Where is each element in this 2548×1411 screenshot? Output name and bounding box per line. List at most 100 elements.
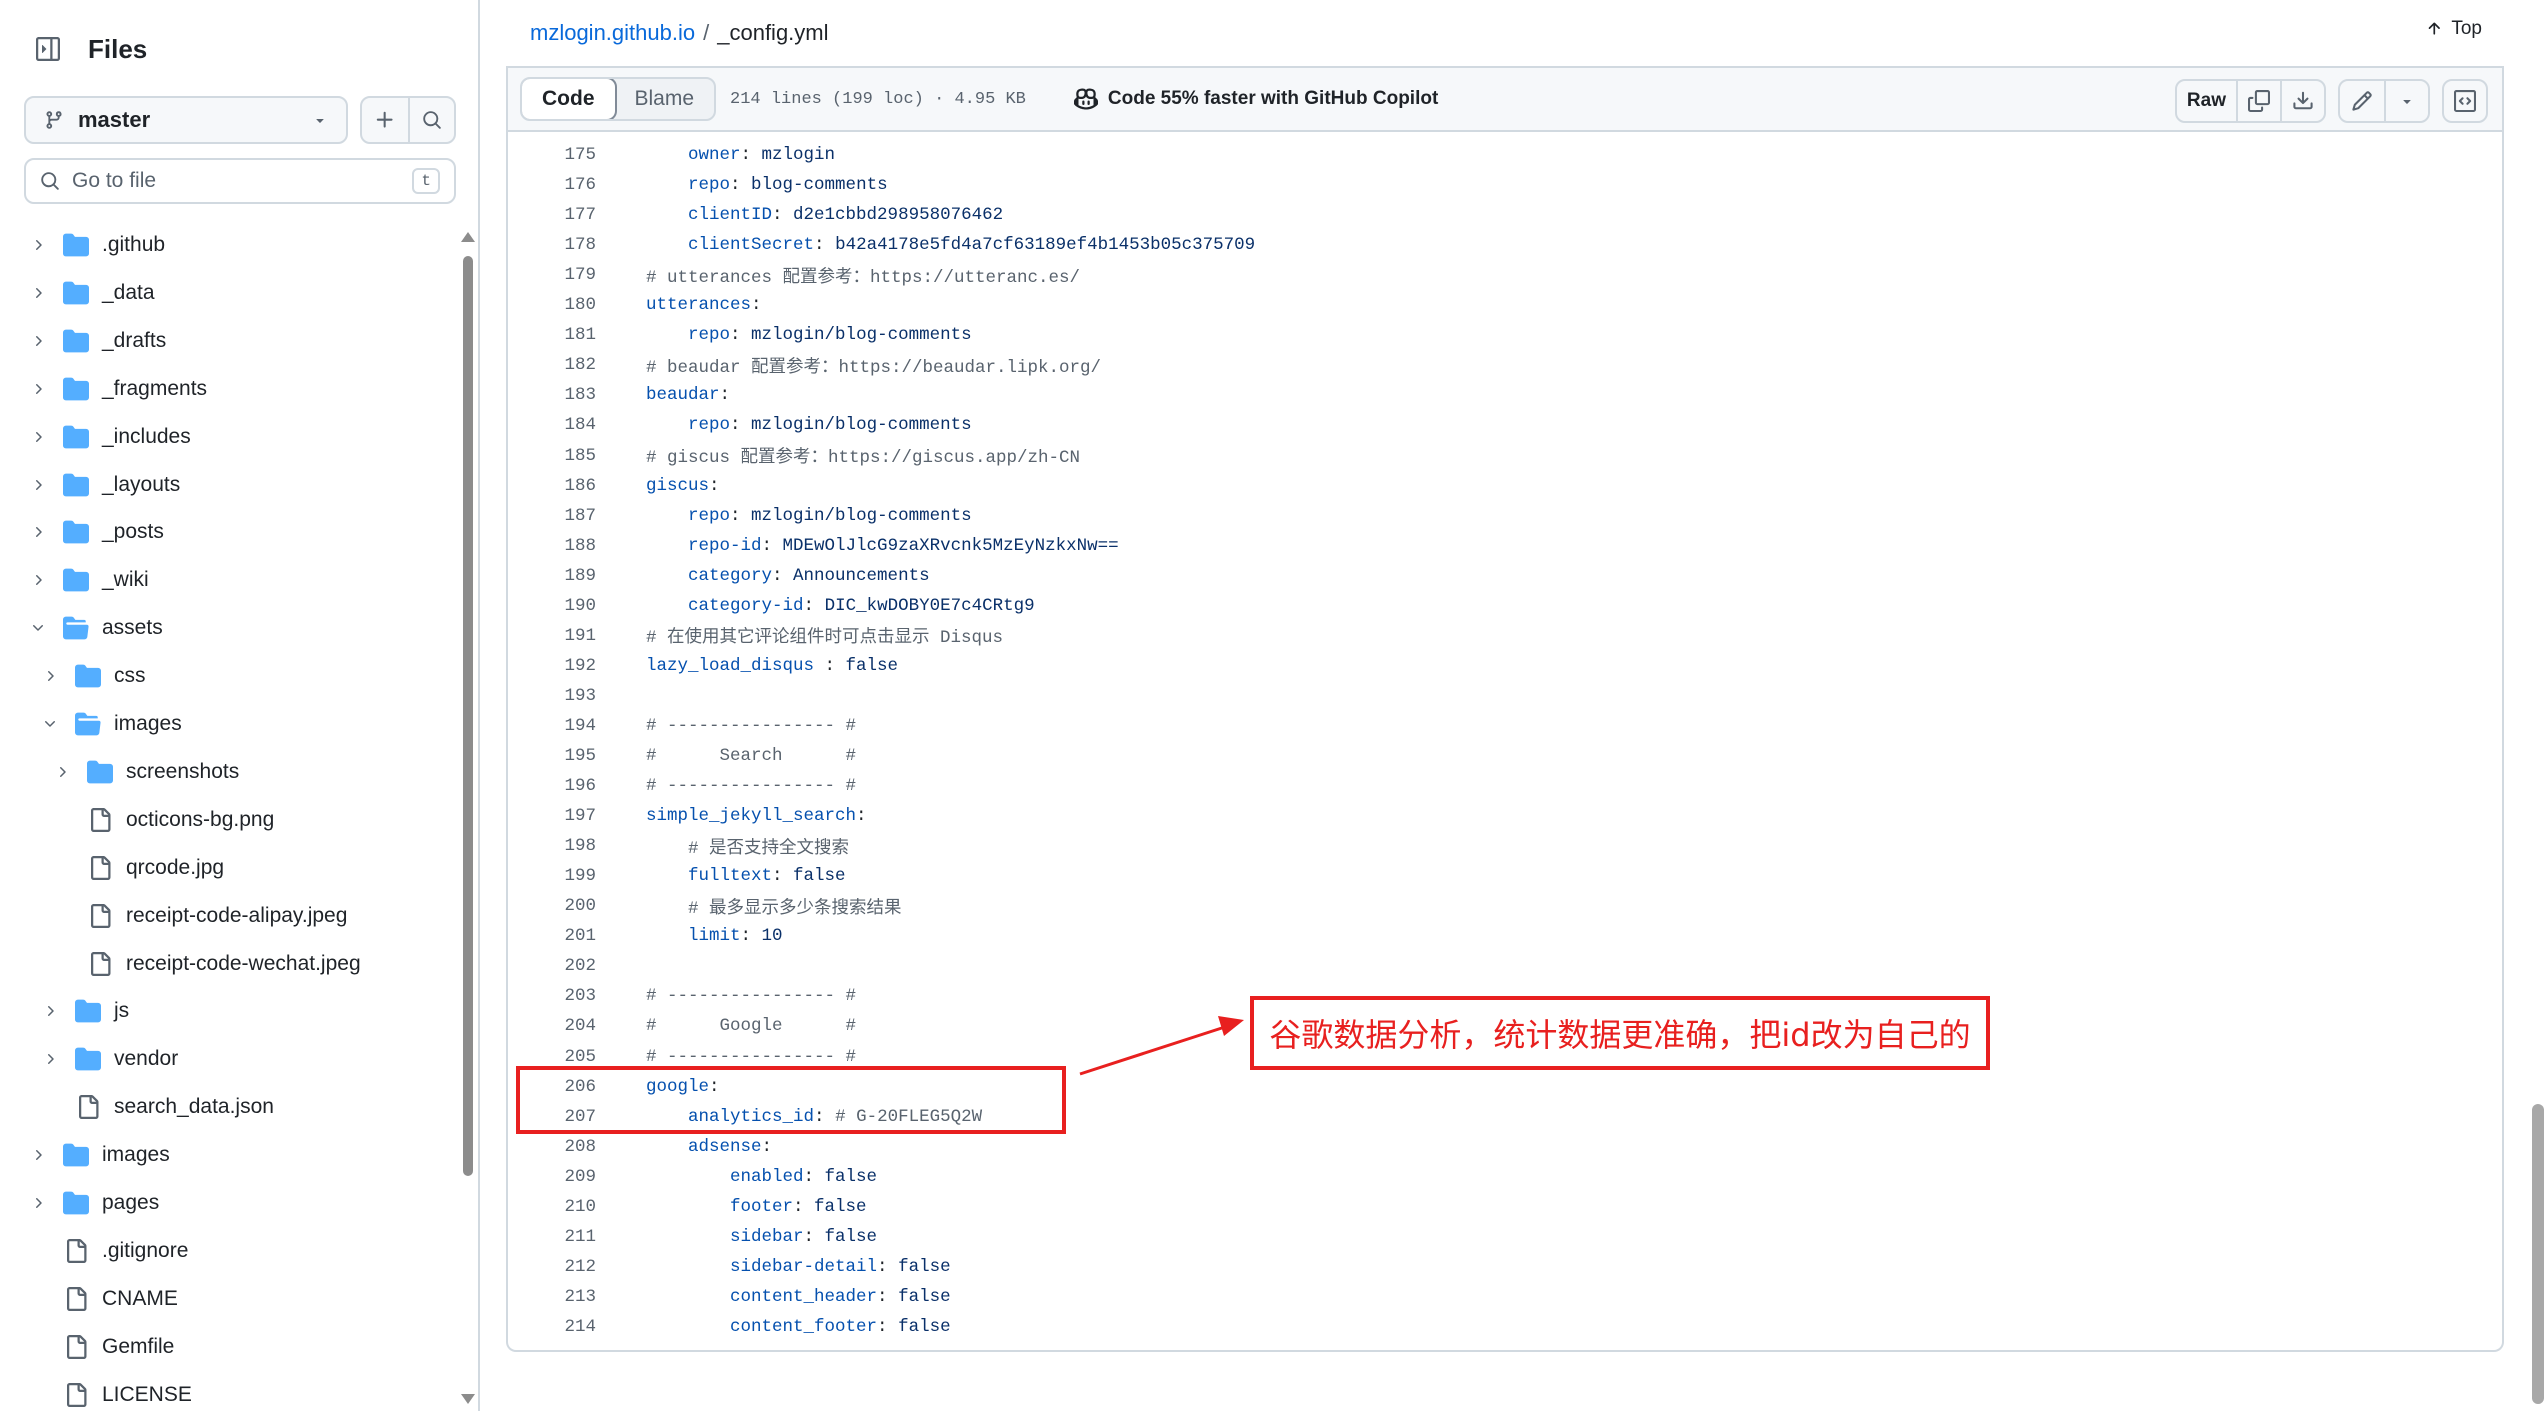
- go-to-file-input[interactable]: Go to file t: [24, 158, 456, 204]
- line-number[interactable]: 210: [506, 1197, 596, 1217]
- chevron-right-icon[interactable]: [28, 379, 48, 399]
- line-number[interactable]: 191: [506, 626, 596, 646]
- tree-folder-item[interactable]: assets: [28, 604, 163, 652]
- tab-blame[interactable]: Blame: [615, 79, 715, 119]
- chevron-right-icon[interactable]: [28, 427, 48, 447]
- line-number[interactable]: 211: [506, 1227, 596, 1247]
- tree-file-item[interactable]: receipt-code-wechat.jpeg: [52, 940, 361, 988]
- line-number[interactable]: 183: [506, 385, 596, 405]
- chevron-right-icon[interactable]: [28, 1193, 48, 1213]
- tree-file-item[interactable]: octicons-bg.png: [52, 796, 274, 844]
- edit-options-button[interactable]: [2384, 81, 2428, 121]
- chevron-right-icon[interactable]: [28, 235, 48, 255]
- chevron-right-icon[interactable]: [40, 1001, 60, 1021]
- search-code-button[interactable]: [408, 98, 454, 142]
- line-number[interactable]: 189: [506, 566, 596, 586]
- line-number[interactable]: 184: [506, 415, 596, 435]
- breadcrumb-repo-link[interactable]: mzlogin.github.io: [530, 20, 695, 46]
- chevron-right-icon[interactable]: [28, 283, 48, 303]
- line-number[interactable]: 176: [506, 175, 596, 195]
- tree-folder-item[interactable]: .github: [28, 221, 165, 269]
- line-number[interactable]: 198: [506, 836, 596, 856]
- tree-file-item[interactable]: receipt-code-alipay.jpeg: [52, 892, 347, 940]
- tree-folder-item[interactable]: js: [40, 987, 129, 1035]
- line-number[interactable]: 199: [506, 866, 596, 886]
- tree-file-item[interactable]: LICENSE: [28, 1371, 192, 1411]
- chevron-right-icon[interactable]: [28, 331, 48, 351]
- tree-folder-item[interactable]: screenshots: [52, 748, 239, 796]
- scrollbar-thumb[interactable]: [463, 256, 473, 1176]
- line-number[interactable]: 175: [506, 145, 596, 165]
- tab-code[interactable]: Code: [522, 79, 617, 119]
- line-number[interactable]: 186: [506, 476, 596, 496]
- line-number[interactable]: 204: [506, 1016, 596, 1036]
- tree-file-item[interactable]: search_data.json: [40, 1083, 274, 1131]
- chevron-right-icon[interactable]: [28, 522, 48, 542]
- line-number[interactable]: 179: [506, 265, 596, 285]
- line-number[interactable]: 194: [506, 716, 596, 736]
- chevron-right-icon[interactable]: [28, 570, 48, 590]
- tree-folder-item[interactable]: _wiki: [28, 556, 149, 604]
- line-number[interactable]: 195: [506, 746, 596, 766]
- line-number[interactable]: 181: [506, 325, 596, 345]
- line-number[interactable]: 212: [506, 1257, 596, 1277]
- tree-folder-item[interactable]: _posts: [28, 508, 164, 556]
- line-number[interactable]: 209: [506, 1167, 596, 1187]
- line-number[interactable]: 202: [506, 956, 596, 976]
- edit-file-button[interactable]: [2340, 81, 2384, 121]
- chevron-right-icon[interactable]: [40, 666, 60, 686]
- line-number[interactable]: 193: [506, 686, 596, 706]
- tree-folder-item[interactable]: _includes: [28, 413, 191, 461]
- chevron-down-icon[interactable]: [40, 714, 60, 734]
- line-number[interactable]: 180: [506, 295, 596, 315]
- tree-folder-item[interactable]: images: [28, 1131, 170, 1179]
- line-number[interactable]: 187: [506, 506, 596, 526]
- line-number[interactable]: 213: [506, 1287, 596, 1307]
- tree-folder-item[interactable]: pages: [28, 1179, 159, 1227]
- line-number[interactable]: 205: [506, 1047, 596, 1067]
- branch-selector[interactable]: master: [24, 96, 348, 144]
- tree-folder-item[interactable]: css: [40, 652, 146, 700]
- chevron-right-icon[interactable]: [28, 475, 48, 495]
- chevron-down-icon[interactable]: [28, 618, 48, 638]
- line-number[interactable]: 185: [506, 446, 596, 466]
- line-number[interactable]: 208: [506, 1137, 596, 1157]
- raw-button[interactable]: Raw: [2177, 81, 2236, 121]
- back-to-top-button[interactable]: Top: [2425, 18, 2482, 40]
- add-file-button[interactable]: [362, 98, 408, 142]
- scroll-up-arrow[interactable]: [461, 232, 475, 242]
- line-number[interactable]: 200: [506, 896, 596, 916]
- tree-file-item[interactable]: Gemfile: [28, 1323, 174, 1371]
- symbols-panel-button[interactable]: [2442, 79, 2488, 123]
- copy-raw-button[interactable]: [2236, 81, 2280, 121]
- line-number[interactable]: 196: [506, 776, 596, 796]
- tree-folder-item[interactable]: vendor: [40, 1035, 178, 1083]
- sidebar-scrollbar[interactable]: [460, 232, 476, 1404]
- tree-folder-item[interactable]: _drafts: [28, 317, 166, 365]
- line-number[interactable]: 190: [506, 596, 596, 616]
- line-number[interactable]: 177: [506, 205, 596, 225]
- tree-folder-item[interactable]: _fragments: [28, 365, 207, 413]
- line-number[interactable]: 214: [506, 1317, 596, 1337]
- line-number[interactable]: 197: [506, 806, 596, 826]
- page-scrollbar[interactable]: [2528, 0, 2548, 1411]
- chevron-right-icon[interactable]: [40, 1049, 60, 1069]
- download-button[interactable]: [2280, 81, 2324, 121]
- scroll-down-arrow[interactable]: [461, 1394, 475, 1404]
- line-number[interactable]: 192: [506, 656, 596, 676]
- chevron-right-icon[interactable]: [52, 762, 72, 782]
- line-number[interactable]: 188: [506, 536, 596, 556]
- line-number[interactable]: 203: [506, 986, 596, 1006]
- collapse-sidebar-button[interactable]: [24, 25, 72, 73]
- line-number[interactable]: 201: [506, 926, 596, 946]
- line-number[interactable]: 182: [506, 355, 596, 375]
- line-number[interactable]: 178: [506, 235, 596, 255]
- tree-folder-item[interactable]: _layouts: [28, 461, 180, 509]
- tree-folder-item[interactable]: _data: [28, 269, 155, 317]
- chevron-right-icon[interactable]: [28, 1145, 48, 1165]
- tree-file-item[interactable]: .gitignore: [28, 1227, 188, 1275]
- tree-folder-item[interactable]: images: [40, 700, 182, 748]
- copilot-promo-link[interactable]: Code 55% faster with GitHub Copilot: [1073, 87, 1438, 111]
- tree-file-item[interactable]: qrcode.jpg: [52, 844, 224, 892]
- page-scrollbar-thumb[interactable]: [2532, 1104, 2544, 1404]
